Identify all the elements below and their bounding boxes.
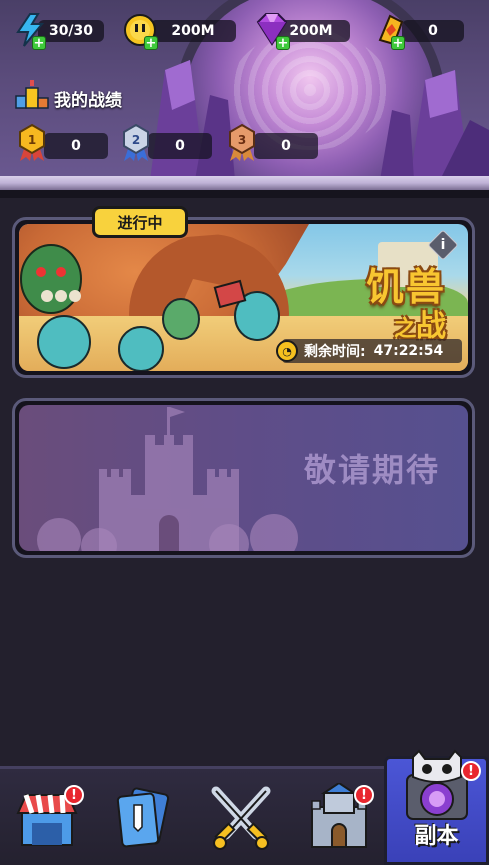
medal-bronze-value: 0	[281, 138, 291, 154]
coming-soon-text: 敬请期待	[303, 451, 440, 489]
medal-gold-count: 0	[44, 133, 108, 159]
podium-icon	[14, 80, 50, 110]
medal-silver-value: 0	[175, 138, 185, 154]
stopwatch-icon: ◔	[276, 340, 298, 362]
medal-bronze-rank: 3	[238, 133, 246, 147]
dungeon-badge: !	[461, 761, 481, 781]
add-gems-button[interactable]: +	[276, 36, 290, 51]
nav-battle[interactable]	[204, 783, 280, 859]
gold-medal-icon: 1	[16, 123, 48, 161]
skull-portal-icon	[406, 749, 468, 820]
coming-soon-inner: 敬请期待	[19, 405, 468, 551]
bronze-medal-icon: 3	[226, 123, 258, 161]
goblin-army-illustration	[20, 244, 280, 371]
record-title: 我的战绩	[54, 91, 122, 111]
medal-gold-value: 0	[71, 138, 81, 154]
coin-value: 200M	[171, 23, 215, 39]
in-progress-label: 进行中	[117, 213, 163, 232]
event-timer: ◔ 剩余时间: 47:22:54	[276, 339, 462, 363]
energy-value: 30/30	[48, 23, 94, 39]
medal-bronze-count: 0	[254, 133, 318, 159]
nav-castle[interactable]: !	[304, 781, 380, 859]
timer-label: 剩余时间:	[304, 344, 366, 360]
timer-value: 47:22:54	[373, 343, 444, 359]
coin-counter: 200M	[150, 20, 236, 42]
medal-silver-count: 0	[148, 133, 212, 159]
nav-shop[interactable]: !	[12, 783, 88, 859]
header-shadow	[0, 190, 489, 198]
add-energy-button[interactable]: +	[32, 36, 46, 51]
ticket-counter: 0	[402, 20, 464, 42]
shop-badge: !	[64, 785, 84, 805]
info-icon: i	[440, 237, 446, 253]
add-tickets-button[interactable]: +	[391, 36, 405, 51]
medal-gold-rank: 1	[28, 133, 36, 147]
silver-medal-icon: 2	[120, 123, 152, 161]
fluffy-creatures-silhouette	[37, 514, 298, 551]
add-coins-button[interactable]: +	[144, 36, 158, 51]
header-area: 30/30 + 200M + 200M + 0 + 我的战绩 0 1 0 2 0…	[0, 0, 489, 180]
event-card-image: i 饥兽 之战 ◔ 剩余时间: 47:22:54	[19, 224, 468, 371]
coming-soon-card: 敬请期待	[12, 398, 475, 558]
in-progress-tag: 进行中	[92, 206, 188, 238]
medal-silver-rank: 2	[132, 133, 140, 147]
shop-badge-label: !	[71, 787, 77, 803]
castle-badge-label: !	[361, 787, 367, 803]
beast-battle-event-card[interactable]: i 饥兽 之战 ◔ 剩余时间: 47:22:54	[12, 217, 475, 378]
nav-dungeon[interactable]: ! 副本	[384, 749, 489, 865]
ticket-value: 0	[428, 23, 438, 39]
dungeon-badge-label: !	[468, 763, 474, 779]
header-divider	[0, 176, 489, 190]
castle-badge: !	[354, 785, 374, 805]
nav-cards[interactable]	[108, 783, 184, 859]
crossed-swords-icon	[211, 786, 271, 850]
dungeon-tab-label: 副本	[414, 824, 459, 849]
gem-value: 200M	[289, 23, 333, 39]
cards-icon	[116, 787, 170, 848]
